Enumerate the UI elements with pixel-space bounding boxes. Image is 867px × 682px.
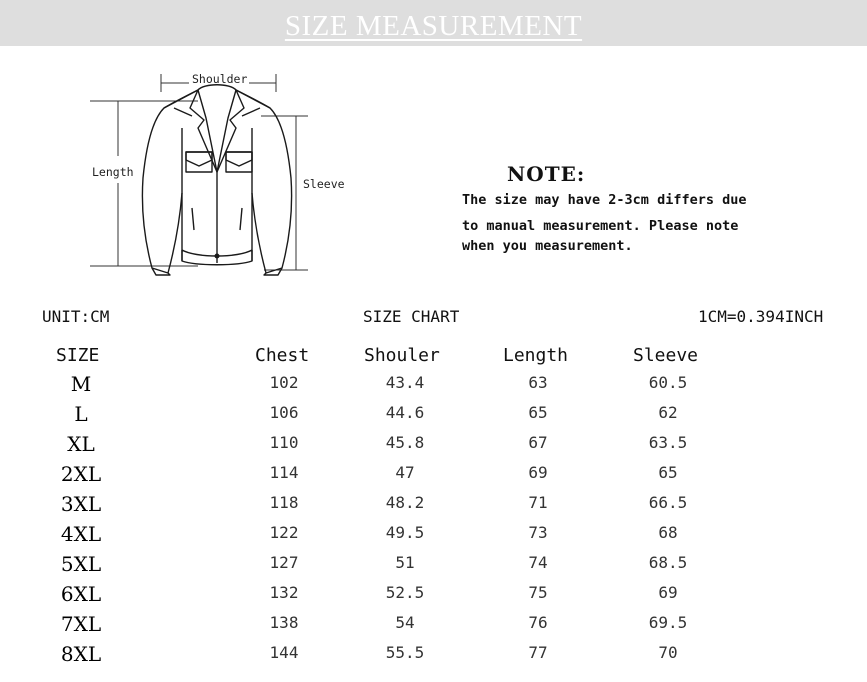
table-row: 5XL 127 51 74 68.5: [0, 550, 867, 580]
header-size: SIZE: [56, 345, 100, 366]
sleeve-cell: 63.5: [648, 433, 688, 452]
sleeve-cell: 65: [658, 463, 678, 482]
page-title: SIZE MEASUREMENT: [284, 10, 583, 42]
header-length: Length: [503, 345, 569, 366]
conversion-label: 1CM=0.394INCH: [698, 307, 824, 326]
chest-cell: 118: [269, 493, 299, 512]
header-chest: Chest: [255, 345, 310, 366]
chest-cell: 144: [269, 643, 299, 662]
sleeve-cell: 69.5: [648, 613, 688, 632]
chest-cell: 122: [269, 523, 299, 542]
shoulder-cell: 49.5: [385, 523, 425, 542]
table-row: 7XL 138 54 76 69.5: [0, 610, 867, 640]
sleeve-cell: 69: [658, 583, 678, 602]
size-cell: 6XL: [60, 582, 102, 606]
chest-cell: 132: [269, 583, 299, 602]
header-sleeve: Sleeve: [633, 345, 699, 366]
table-row: 2XL 114 47 69 65: [0, 460, 867, 490]
chest-cell: 114: [269, 463, 299, 482]
title-banner: SIZE MEASUREMENT: [0, 0, 867, 46]
table-row: L 106 44.6 65 62: [0, 400, 867, 430]
length-cell: 69: [528, 463, 548, 482]
note-line: to manual measurement. Please note: [462, 218, 739, 234]
shoulder-cell: 55.5: [385, 643, 425, 662]
shoulder-cell: 52.5: [385, 583, 425, 602]
sleeve-cell: 60.5: [648, 373, 688, 392]
length-label: Length: [92, 165, 134, 179]
sleeve-cell: 68.5: [648, 553, 688, 572]
length-cell: 63: [528, 373, 548, 392]
shoulder-cell: 51: [395, 553, 415, 572]
length-cell: 77: [528, 643, 548, 662]
size-cell: 7XL: [60, 612, 102, 636]
sleeve-cell: 66.5: [648, 493, 688, 512]
chest-cell: 127: [269, 553, 299, 572]
table-row: 6XL 132 52.5 75 69: [0, 580, 867, 610]
size-cell: 3XL: [60, 492, 102, 516]
shoulder-cell: 44.6: [385, 403, 425, 422]
table-row: XL 110 45.8 67 63.5: [0, 430, 867, 460]
sleeve-cell: 62: [658, 403, 678, 422]
size-cell: M: [70, 372, 92, 396]
chest-cell: 106: [269, 403, 299, 422]
length-cell: 65: [528, 403, 548, 422]
sleeve-cell: 68: [658, 523, 678, 542]
size-chart-title: SIZE CHART: [363, 307, 460, 326]
size-cell: L: [74, 402, 88, 426]
sleeve-cell: 70: [658, 643, 678, 662]
size-cell: 5XL: [60, 552, 102, 576]
table-row: M 102 43.4 63 60.5: [0, 370, 867, 400]
table-row: 3XL 118 48.2 71 66.5: [0, 490, 867, 520]
unit-label: UNIT:CM: [42, 307, 110, 326]
note-heading: NOTE:: [507, 162, 586, 186]
length-cell: 76: [528, 613, 548, 632]
table-row: 4XL 122 49.5 73 68: [0, 520, 867, 550]
size-cell: XL: [67, 432, 95, 456]
shoulder-cell: 43.4: [385, 373, 425, 392]
size-cell: 8XL: [60, 642, 102, 666]
length-cell: 73: [528, 523, 548, 542]
shoulder-cell: 45.8: [385, 433, 425, 452]
note-line: The size may have 2-3cm differs due: [462, 192, 747, 208]
length-cell: 75: [528, 583, 548, 602]
length-cell: 67: [528, 433, 548, 452]
shoulder-cell: 54: [395, 613, 415, 632]
note-line: when you measurement.: [462, 238, 633, 254]
jacket-measurement-diagram: Shoulder Length Sleeve: [90, 72, 345, 276]
length-cell: 71: [528, 493, 548, 512]
shoulder-label: Shoulder: [192, 72, 247, 86]
chest-cell: 110: [269, 433, 299, 452]
length-cell: 74: [528, 553, 548, 572]
table-row: 8XL 144 55.5 77 70: [0, 640, 867, 670]
header-shoulder: Shouler: [364, 345, 440, 366]
shoulder-cell: 47: [395, 463, 415, 482]
sleeve-label: Sleeve: [303, 177, 345, 191]
chest-cell: 138: [269, 613, 299, 632]
shoulder-cell: 48.2: [385, 493, 425, 512]
size-cell: 4XL: [60, 522, 102, 546]
chest-cell: 102: [269, 373, 299, 392]
size-cell: 2XL: [60, 462, 102, 486]
